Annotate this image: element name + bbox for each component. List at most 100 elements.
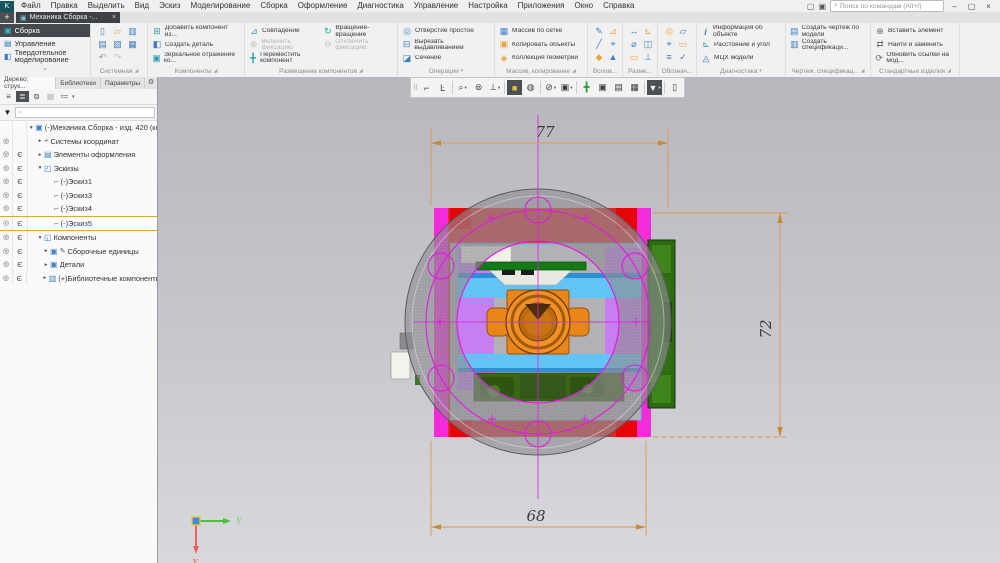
aux-icon[interactable]: ◆ bbox=[592, 51, 606, 64]
tree-structure-icon[interactable]: ≡ bbox=[2, 91, 15, 102]
mirror-component-button[interactable]: ▣ Зеркальное отражение ко... bbox=[152, 52, 240, 65]
coincidence-button[interactable]: ⊿ Совпадение bbox=[249, 25, 321, 38]
eye-icon[interactable]: ◎ bbox=[0, 271, 13, 285]
exclude-icon[interactable]: Є bbox=[13, 216, 28, 230]
command-search-input[interactable]: ⌕ Поиск по командам (Alt+/) bbox=[830, 0, 944, 12]
filter-icon[interactable]: ▼ bbox=[2, 108, 13, 117]
mode-solid-modeling[interactable]: ◧ Твердотельное моделирование bbox=[0, 49, 90, 63]
eye-icon[interactable]: ◎ bbox=[0, 216, 13, 230]
eye-icon[interactable]: ◎ bbox=[0, 161, 13, 175]
dropdown-icon[interactable]: ▾ bbox=[461, 68, 464, 74]
notation-icon[interactable]: ▭ bbox=[676, 38, 690, 51]
move-component-button[interactable]: ╋ Переместить компонент bbox=[249, 52, 321, 65]
doc-properties-button[interactable]: ▯ bbox=[667, 80, 682, 95]
eye-icon[interactable]: ◎ bbox=[0, 231, 13, 245]
expander-icon[interactable]: ▾ bbox=[27, 125, 35, 131]
dimension-icon[interactable]: ◫ bbox=[641, 38, 655, 51]
find-replace-button[interactable]: ⇄ Найти и заменить bbox=[875, 38, 955, 51]
rotation-button[interactable]: ↻ Вращение-вращение bbox=[324, 25, 394, 38]
dropdown-icon[interactable]: ▾ bbox=[759, 68, 762, 74]
expander-icon[interactable]: ▸ bbox=[41, 275, 49, 281]
eye-icon[interactable]: ◎ bbox=[0, 175, 13, 189]
dialog-launcher-icon[interactable]: ◢ bbox=[359, 68, 363, 74]
expander-icon[interactable]: ▸ bbox=[42, 262, 50, 268]
menu-edit[interactable]: Правка bbox=[46, 0, 83, 12]
tree-relations-icon[interactable]: ≔ bbox=[58, 91, 71, 102]
document-tab[interactable]: ▣ Механика Сборка -... × bbox=[16, 12, 120, 23]
copy-button[interactable]: ▣ bbox=[595, 80, 610, 95]
distance-angle-button[interactable]: ⊾ Расстояние и угол bbox=[701, 38, 781, 51]
menu-file[interactable]: Файл bbox=[16, 0, 46, 12]
simple-hole-button[interactable]: ◎ Отверстие простое bbox=[402, 25, 490, 38]
tree-row-sketch4[interactable]: ◎ Є ⌐ (-)Эскиз4 bbox=[0, 202, 157, 216]
layers-button[interactable]: ▦ bbox=[627, 80, 642, 95]
menu-help[interactable]: Справка bbox=[598, 0, 639, 12]
window-layout-icon[interactable]: ▢ bbox=[807, 2, 815, 11]
new-document-icon[interactable]: ▯ bbox=[95, 25, 110, 38]
dimension-icon[interactable]: ▭ bbox=[627, 51, 641, 64]
eye-icon[interactable]: ◎ bbox=[0, 258, 13, 272]
tree-row-sketch1[interactable]: ◎ Є ⌐ (-)Эскиз1 bbox=[0, 175, 157, 189]
expander-icon[interactable]: ▾ bbox=[36, 165, 44, 171]
tree-row-sketch3[interactable]: ◎ Є ⌐ (-)Эскиз3 bbox=[0, 188, 157, 202]
preview-icon[interactable]: ▧ bbox=[110, 38, 125, 51]
shaded-view-button[interactable]: ■ bbox=[507, 80, 523, 95]
undo-icon[interactable]: ↶ bbox=[95, 51, 110, 64]
geometry-collection-button[interactable]: ◈ Коллекция геометрии bbox=[499, 52, 579, 65]
close-button[interactable]: × bbox=[982, 2, 995, 11]
wireframe-view-button[interactable]: ◍ bbox=[523, 80, 538, 95]
copy-objects-button[interactable]: ▣ Копировать объекты bbox=[499, 38, 578, 51]
aux-icon[interactable]: ✎ bbox=[592, 25, 606, 38]
dimension-icon[interactable]: ⊾ bbox=[641, 25, 655, 38]
notation-icon[interactable]: ✓ bbox=[676, 51, 690, 64]
exclude-icon[interactable]: Є bbox=[13, 244, 28, 258]
tree-search-input[interactable]: ⌕ bbox=[15, 107, 155, 118]
tree-row-parts[interactable]: ◎ Є ▸ ▣ Детали bbox=[0, 258, 157, 272]
create-part-button[interactable]: ◧ Создать деталь bbox=[152, 38, 240, 51]
exclude-icon[interactable]: Є bbox=[13, 175, 28, 189]
menu-settings[interactable]: Настройка bbox=[463, 0, 512, 12]
hide-objects-button[interactable]: ⊘ ▾ bbox=[543, 80, 558, 95]
scene-image-button[interactable]: ▣ ▾ bbox=[559, 80, 574, 95]
grid-array-button[interactable]: ▦ Массив по сетке bbox=[499, 25, 578, 38]
minimize-button[interactable]: – bbox=[948, 2, 961, 11]
orientation-button[interactable]: ⊚ bbox=[471, 80, 486, 95]
exclude-icon[interactable]: Є bbox=[13, 271, 28, 285]
expander-icon[interactable]: ▸ bbox=[42, 248, 50, 254]
notation-icon[interactable]: ◎ bbox=[662, 25, 676, 38]
tab-tree-structure[interactable]: Дерево: струк... bbox=[0, 76, 57, 90]
insert-element-button[interactable]: ⊕ Вставить элемент bbox=[875, 25, 955, 38]
menu-sketch[interactable]: Эскиз bbox=[154, 0, 185, 12]
menu-diagnostics[interactable]: Диагностика bbox=[352, 0, 408, 12]
dialog-launcher-icon[interactable]: ◢ bbox=[947, 68, 951, 74]
restore-button[interactable]: ▢ bbox=[965, 2, 978, 11]
mass-properties-button[interactable]: ◬ МЦХ модели bbox=[701, 52, 781, 65]
eye-icon[interactable]: ◎ bbox=[0, 202, 13, 216]
sketch-icon[interactable]: ⌐ bbox=[419, 80, 434, 95]
aux-icon[interactable]: ⌖ bbox=[606, 38, 620, 51]
notation-icon[interactable]: ≡ bbox=[662, 51, 676, 64]
exclude-icon[interactable]: Є bbox=[13, 231, 28, 245]
expander-icon[interactable]: ▸ bbox=[36, 152, 44, 158]
section-button[interactable]: ◪ Сечение bbox=[402, 52, 490, 65]
tree-row-library-components[interactable]: ◎ Є ▸ ▥ (+)Библиотечные компоненты bbox=[0, 271, 157, 285]
menu-modeling[interactable]: Моделирование bbox=[185, 0, 255, 12]
tab-close-icon[interactable]: × bbox=[112, 14, 116, 21]
gear-icon[interactable]: ⚙ bbox=[145, 77, 157, 89]
eye-icon[interactable]: ◎ bbox=[0, 244, 13, 258]
grip-handle[interactable]: ⠿ bbox=[413, 84, 418, 92]
dialog-launcher-icon[interactable]: ◢ bbox=[861, 68, 865, 74]
tree-row-root[interactable]: ▾ ▣ (-)Механика Сборка - изд. 420 (ко bbox=[0, 121, 157, 135]
dialog-launcher-icon[interactable]: ◢ bbox=[213, 68, 217, 74]
expander-icon[interactable]: ▸ bbox=[36, 138, 44, 144]
tree-row-sketches[interactable]: ◎ Є ▾ ◰ Эскизы bbox=[0, 161, 157, 175]
menu-management[interactable]: Управление bbox=[409, 0, 463, 12]
expander-icon[interactable]: ▾ bbox=[36, 235, 44, 241]
mode-assembly[interactable]: ▣ Сборка bbox=[0, 24, 90, 37]
tree-row-decor-elements[interactable]: ◎ Є ▸ ▤ Элементы оформления bbox=[0, 148, 157, 162]
exclude-icon[interactable]: Є bbox=[13, 258, 28, 272]
create-spec-button[interactable]: ▥ Создать спецификаци... bbox=[790, 38, 866, 51]
model-viewport[interactable]: ⠿ ⌐ Ŀ ⌕ ▾ ⊚ ⊥ ▾ ■ ◍ ⊘ ▾ ▣ ▾ ╋ ▣ ▤ ▦ ▼ ▾ ▯ bbox=[158, 77, 1000, 563]
cut-extrude-button[interactable]: ⊟ Вырезать выдавливанием bbox=[402, 38, 490, 51]
notation-icon[interactable]: ▱ bbox=[676, 25, 690, 38]
